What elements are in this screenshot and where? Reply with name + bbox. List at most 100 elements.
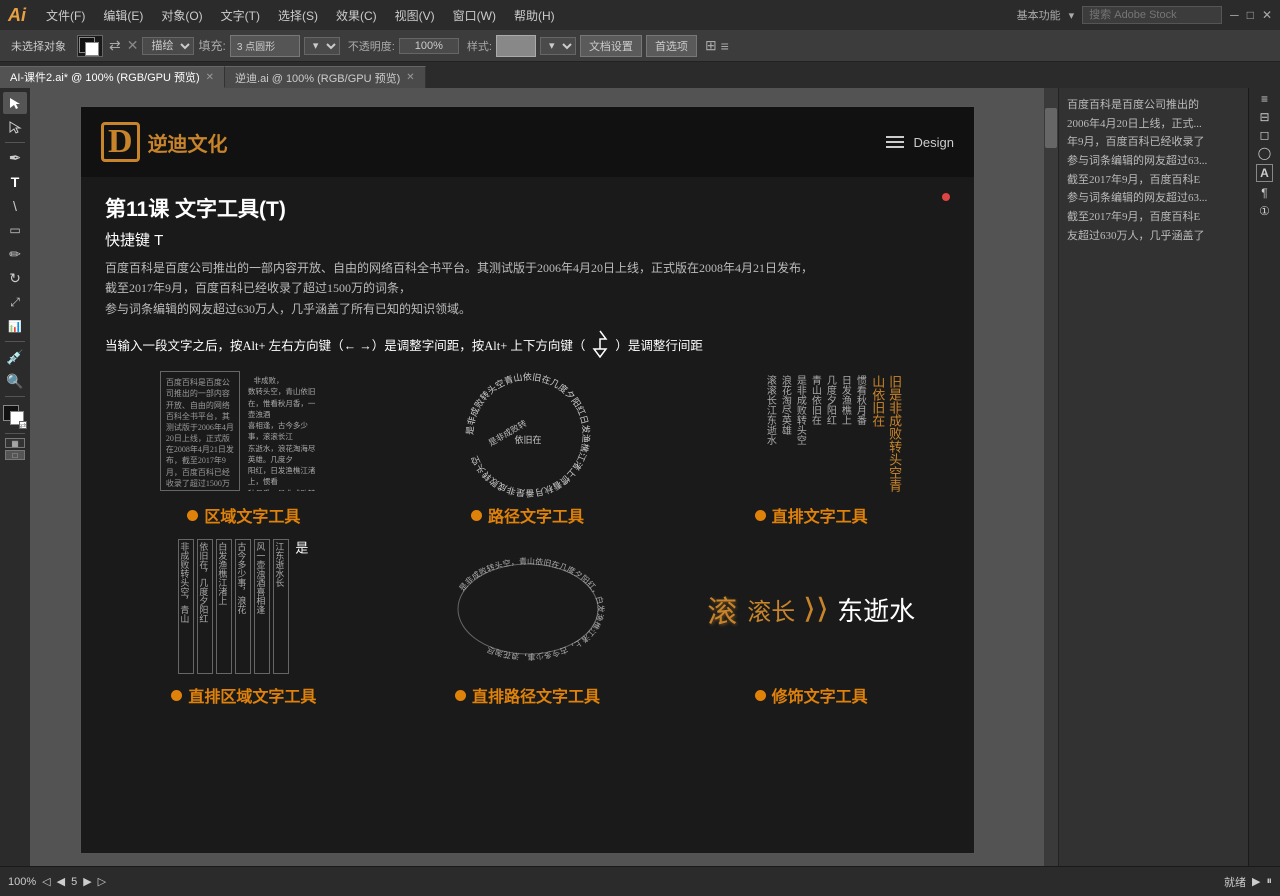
minimize-button[interactable]: ─ xyxy=(1230,8,1239,22)
preferences-button[interactable]: 首选项 xyxy=(646,35,697,57)
tab-bar: AI-课件2.ai* @ 100% (RGB/GPU 预览) ✕ 逆迪.ai @… xyxy=(0,62,1280,88)
play-btn[interactable]: ▶ xyxy=(1252,875,1260,888)
canvas-area[interactable]: D 逆迪文化 Design 第11课 文字工具(T) 快捷键 T 百度百 xyxy=(30,88,1058,866)
pen-tool[interactable]: ✒ xyxy=(3,147,27,169)
label-vertical-text: 直排文字工具 xyxy=(772,503,868,527)
deco-char-2: 滚长 xyxy=(747,592,795,627)
label-path-text: 路径文字工具 xyxy=(488,503,584,527)
opacity-input[interactable] xyxy=(399,38,459,54)
direct-select-tool[interactable] xyxy=(3,116,27,138)
layers-icon[interactable]: ≡ xyxy=(1261,92,1268,106)
tab-label-2: 逆迪.ai @ 100% (RGB/GPU 预览) xyxy=(235,70,400,86)
red-indicator xyxy=(942,193,950,201)
label-path: 路径文字工具 xyxy=(389,503,667,527)
toolbar: 未选择对象 ⇄ ✕ 描绘 填充: 3 点圆形 ▾ 不透明度: 样式: ▾ 文档设… xyxy=(0,30,1280,62)
eyedropper-tool[interactable]: 💉 xyxy=(3,346,27,368)
menu-bar: Ai 文件(F) 编辑(E) 对象(O) 文字(T) 选择(S) 效果(C) 视… xyxy=(0,0,1280,30)
menu-edit[interactable]: 编辑(E) xyxy=(95,5,151,26)
slide-header: D 逆迪文化 Design xyxy=(81,107,974,177)
restore-button[interactable]: □ xyxy=(1247,8,1254,22)
stop-btn[interactable]: ⏸ xyxy=(1267,875,1273,888)
scrollbar-thumb[interactable] xyxy=(1045,108,1057,148)
vertical-area-demo-content: 非成败转头空，青山 依旧在，几度夕阳红 白发渔樵江渚上 古今多少事，浪花 风一壶… xyxy=(160,539,328,679)
none-color-icon[interactable]: ✕ xyxy=(127,37,139,54)
hamburger-menu[interactable] xyxy=(886,136,904,148)
fill-swatch[interactable] xyxy=(77,35,103,57)
menu-file[interactable]: 文件(F) xyxy=(38,5,93,26)
nav-prev[interactable]: ◁ xyxy=(42,875,50,888)
properties-icon[interactable]: ⊟ xyxy=(1259,110,1269,124)
workspace-arrow[interactable]: ▾ xyxy=(1069,9,1075,22)
hamburger-line-3 xyxy=(886,146,904,148)
brush-select[interactable]: ▾ xyxy=(304,37,340,55)
tab-file-1[interactable]: AI-课件2.ai* @ 100% (RGB/GPU 预览) ✕ xyxy=(0,66,225,88)
menu-view[interactable]: 视图(V) xyxy=(387,5,443,26)
style-select[interactable]: ▾ xyxy=(540,37,576,55)
va-col-4: 古今多少事，浪花 xyxy=(235,539,251,674)
graph-tool[interactable]: 📊 xyxy=(3,315,27,337)
dot-area xyxy=(187,510,198,521)
rect-tool[interactable]: ▭ xyxy=(3,219,27,241)
svg-text:依旧在: 依旧在 xyxy=(514,434,541,445)
tab-close-2[interactable]: ✕ xyxy=(406,72,414,83)
arrange-icon[interactable]: ⊞ xyxy=(705,37,717,54)
demo-vertical-area: 非成败转头空，青山 依旧在，几度夕阳红 白发渔樵江渚上 古今多少事，浪花 风一壶… xyxy=(105,539,383,679)
nav-next-page[interactable]: ▶ xyxy=(83,875,91,888)
stock-search-input[interactable] xyxy=(1082,6,1222,24)
demo-top-row: 百度百科是百度公司推出的一部内容开放、自由的网络百科全书平台，其测试版于2006… xyxy=(105,371,950,499)
appearance-icon[interactable]: ◯ xyxy=(1258,146,1271,160)
bottom-bar: 100% ◁ ◀ 5 ▶ ▷ 就绪 ▶ ⏸ xyxy=(0,866,1280,896)
screen-mode-btn[interactable]: □ xyxy=(5,450,25,460)
scale-tool[interactable]: ⤢ xyxy=(3,291,27,313)
app-logo: Ai xyxy=(8,5,26,26)
view-mode-btn[interactable]: ▦ xyxy=(5,438,25,448)
zoom-level[interactable]: 100% xyxy=(8,876,36,888)
menu-window[interactable]: 窗口(W) xyxy=(445,5,504,26)
vertical-scrollbar[interactable] xyxy=(1044,88,1058,866)
paragraph-icon[interactable]: ¶ xyxy=(1261,186,1267,200)
doc-settings-button[interactable]: 文档设置 xyxy=(580,35,642,57)
rotate-tool[interactable]: ↻ xyxy=(3,267,27,289)
selection-tool[interactable] xyxy=(3,92,27,114)
document-slide: D 逆迪文化 Design 第11课 文字工具(T) 快捷键 T 百度百 xyxy=(80,106,975,854)
v-col-5: 几度夕阳红 xyxy=(823,375,836,495)
tab-close-1[interactable]: ✕ xyxy=(206,72,214,83)
transform-icon[interactable]: ◻ xyxy=(1260,128,1270,142)
nav-prev-page[interactable]: ◀ xyxy=(57,875,65,888)
demo-area-text: 百度百科是百度公司推出的一部内容开放、自由的网络百科全书平台，其测试版于2006… xyxy=(105,371,383,499)
opentype-icon[interactable]: ① xyxy=(1259,204,1270,218)
workspace-label: 基本功能 xyxy=(1017,7,1061,23)
menu-help[interactable]: 帮助(H) xyxy=(506,5,563,26)
decoration-demo-content: 滚 滚长 ⟩⟩ 东逝水 xyxy=(696,539,926,679)
dot-deco xyxy=(755,690,766,701)
deco-char-3: ⟩⟩ xyxy=(803,592,829,626)
menu-select[interactable]: 选择(S) xyxy=(270,5,326,26)
color-swatch-area[interactable]: ⇄ xyxy=(3,405,27,429)
logo-icon: D xyxy=(101,122,140,162)
text-tool[interactable]: T xyxy=(3,171,27,193)
tab-file-2[interactable]: 逆迪.ai @ 100% (RGB/GPU 预览) ✕ xyxy=(225,66,426,88)
dot-va xyxy=(171,690,182,701)
text-icon[interactable]: A xyxy=(1256,164,1273,182)
swap-colors-icon[interactable]: ⇄ xyxy=(109,37,121,54)
menu-effect[interactable]: 效果(C) xyxy=(328,5,385,26)
content-area: 第11课 文字工具(T) 快捷键 T 百度百科是百度公司推出的一部内容开放、自由… xyxy=(105,193,950,359)
brush-type-select[interactable]: 描绘 xyxy=(142,37,194,55)
area-text-box: 百度百科是百度公司推出的一部内容开放、自由的网络百科全书平台，其测试版于2006… xyxy=(160,371,240,491)
v-col-7: 惯看秋月番 xyxy=(853,375,866,495)
nav-next[interactable]: ▷ xyxy=(98,875,106,888)
tab-label-1: AI-课件2.ai* @ 100% (RGB/GPU 预览) xyxy=(10,69,200,85)
zoom-tool[interactable]: 🔍 xyxy=(3,370,27,392)
brush-tool[interactable]: ✏ xyxy=(3,243,27,265)
va-col-2: 依旧在，几度夕阳红 xyxy=(197,539,213,674)
close-button[interactable]: ✕ xyxy=(1262,8,1272,22)
distribute-icon[interactable]: ≡ xyxy=(721,38,729,54)
style-swatch[interactable] xyxy=(496,35,536,57)
v-col-1: 滚滚长江东逝水 xyxy=(763,375,776,495)
menu-object[interactable]: 对象(O) xyxy=(153,5,210,26)
line-tool[interactable]: \ xyxy=(3,195,27,217)
slide-logo: D 逆迪文化 xyxy=(101,122,228,162)
menu-text[interactable]: 文字(T) xyxy=(213,5,268,26)
design-label: Design xyxy=(914,135,954,150)
va-col-5: 风一壶浊酒喜相逢 xyxy=(254,539,270,674)
